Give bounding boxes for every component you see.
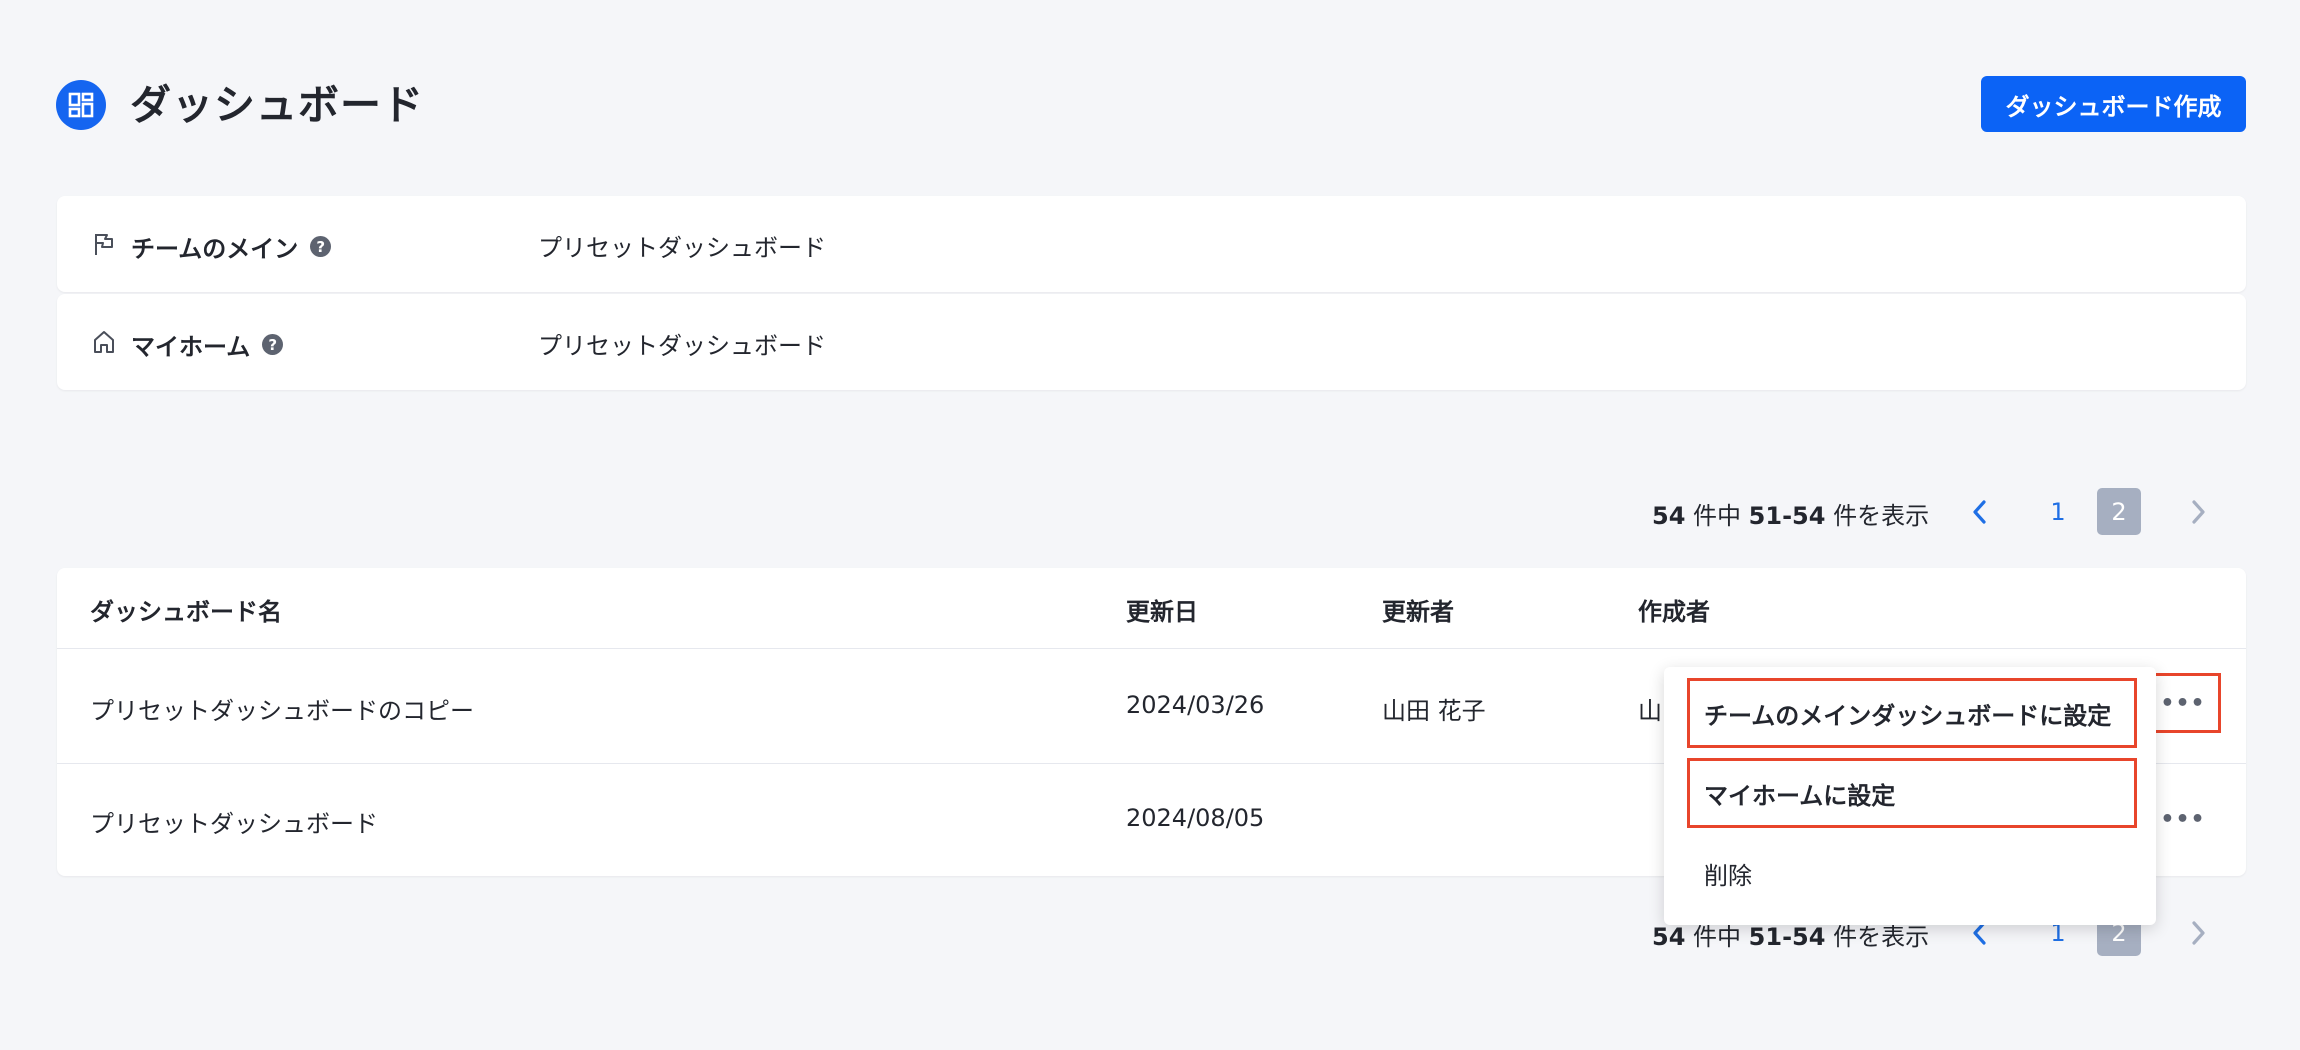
range-suffix: 件を表示 — [1825, 502, 1930, 530]
chevron-right-icon — [2192, 921, 2205, 945]
row-1-updated: 2024/03/26 — [1126, 691, 1265, 719]
page-title: ダッシュボード — [130, 81, 424, 129]
my-home-label: マイホーム ? — [131, 327, 284, 362]
total-count: 54 — [1652, 502, 1686, 530]
row-1-name[interactable]: プリセットダッシュボードのコピー — [90, 691, 474, 726]
home-icon — [91, 329, 117, 355]
divider — [57, 648, 2246, 649]
team-main-label: チームのメイン ? — [131, 229, 332, 264]
row-1-creator: 山 — [1638, 697, 1662, 725]
help-icon[interactable]: ? — [310, 236, 332, 257]
range-suffix: 件を表示 — [1825, 923, 1930, 951]
column-header-updater[interactable]: 更新者 — [1382, 592, 1454, 627]
team-main-value: プリセットダッシュボード — [538, 234, 826, 262]
column-header-updated[interactable]: 更新日 — [1126, 592, 1198, 627]
chevron-right-icon — [2192, 500, 2205, 524]
next-page-button[interactable] — [2183, 497, 2213, 527]
team-main-setting: チームのメイン ? プリセットダッシュボード — [57, 196, 2246, 292]
range-count: 51-54 — [1748, 502, 1826, 530]
page-1-button[interactable]: 1 — [2036, 488, 2080, 535]
column-header-name[interactable]: ダッシュボード名 — [90, 592, 282, 627]
page-2-button[interactable]: 2 — [2097, 488, 2141, 535]
row-2-more-button[interactable]: ••• — [2151, 794, 2215, 844]
create-dashboard-button[interactable]: ダッシュボード作成 — [1981, 76, 2246, 132]
next-page-button[interactable] — [2183, 918, 2213, 948]
column-header-creator[interactable]: 作成者 — [1638, 592, 1710, 627]
more-icon: ••• — [2160, 806, 2206, 832]
flag-icon — [91, 231, 117, 257]
pagination-summary: 54 件中 51-54 件を表示 — [1652, 496, 1929, 531]
row-2-name[interactable]: プリセットダッシュボード — [90, 804, 378, 839]
team-main-label-text: チームのメイン — [131, 235, 299, 263]
more-icon: ••• — [2160, 690, 2206, 716]
total-suffix: 件中 — [1685, 923, 1749, 951]
row-1-updater: 山田 花子 — [1382, 697, 1486, 725]
prev-page-button[interactable] — [1965, 497, 1995, 527]
my-home-label-text: マイホーム — [131, 333, 251, 361]
total-count: 54 — [1652, 923, 1686, 951]
row-actions-menu: チームのメインダッシュボードに設定 マイホームに設定 削除 — [1664, 667, 2156, 925]
range-count: 51-54 — [1748, 923, 1826, 951]
my-home-value: プリセットダッシュボード — [538, 332, 826, 360]
chevron-left-icon — [1973, 500, 1986, 524]
help-icon[interactable]: ? — [262, 334, 284, 355]
menu-item-set-team-main[interactable]: チームのメインダッシュボードに設定 — [1687, 678, 2137, 748]
row-1-more-button[interactable]: ••• — [2145, 673, 2221, 733]
menu-item-set-my-home[interactable]: マイホームに設定 — [1687, 758, 2137, 828]
row-2-updated: 2024/08/05 — [1126, 804, 1265, 832]
my-home-setting: マイホーム ? プリセットダッシュボード — [57, 294, 2246, 390]
total-suffix: 件中 — [1685, 502, 1749, 530]
dashboard-icon — [56, 80, 106, 130]
menu-item-delete[interactable]: 削除 — [1690, 841, 2134, 905]
